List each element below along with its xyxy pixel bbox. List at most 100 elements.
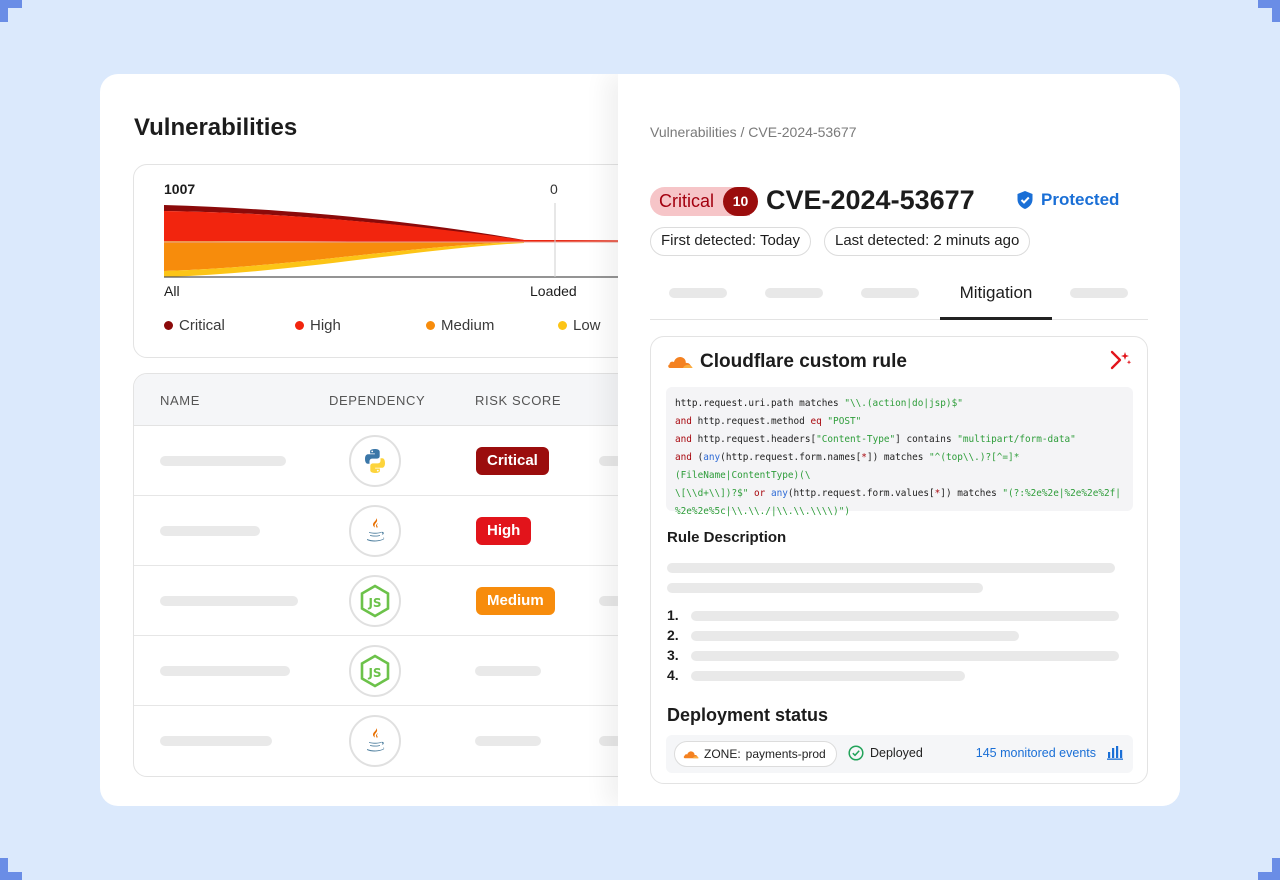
step-placeholder [691,671,965,681]
loaded-count-label: 0 [550,181,558,197]
protected-label: Protected [1041,190,1120,209]
first-detected-pill: First detected: Today [650,227,811,256]
java-icon [349,715,401,767]
table-row[interactable]: High [134,496,672,566]
legend-label: Low [573,317,601,334]
last-detected-label: Last detected: [835,232,930,249]
step-number: 2. [667,627,679,643]
first-detected-value: Today [759,232,800,249]
svg-text:JS: JS [367,596,381,610]
svg-text:JS: JS [367,666,381,680]
legend-high: High [295,317,426,334]
risk-placeholder [475,736,541,746]
name-placeholder [160,666,290,676]
tab-placeholder[interactable] [765,288,823,298]
corner-mark-bl-h [0,872,22,880]
rule-header: Cloudflare custom rule [667,351,907,373]
deployment-status-title: Deployment status [667,705,829,725]
deployed-status: Deployed [848,745,923,761]
zone-value: payments-prod [745,747,826,761]
funnel-area-medium [164,241,674,271]
column-header-risk-score[interactable]: RISK SCORE [475,393,561,408]
table-row[interactable]: JS Medium [134,566,672,636]
code-line: and (any(http.request.form.names[*]) mat… [675,452,1020,481]
cloudflare-cloud-icon [668,357,693,368]
table-row[interactable]: Critical [134,426,672,496]
column-header-dependency[interactable]: DEPENDENCY [329,393,425,408]
name-placeholder [160,526,260,536]
legend-dot [295,321,304,330]
vulnerabilities-panel: Vulnerabilities 1007 0 All Loaded Critic… [100,74,674,806]
table-row[interactable]: JS [134,636,672,706]
cloudflare-cloud-icon [683,750,699,758]
legend-dot [426,321,435,330]
legend-dot [558,321,567,330]
tab-mitigation[interactable]: Mitigation [940,270,1052,320]
legend-medium: Medium [426,317,558,334]
python-icon [349,435,401,487]
severity-funnel-chart: 1007 0 All Loaded Critical High Medium L… [133,164,674,358]
monitored-events-link[interactable]: 145 monitored events [976,745,1123,760]
code-line: and http.request.headers["Content-Type"]… [675,434,1076,445]
step-number: 1. [667,607,679,623]
ai-sparkle-icon[interactable] [1109,349,1133,371]
description-placeholder [667,583,983,593]
x-start-label: All [164,283,180,299]
severity-score: 10 [723,187,758,216]
legend-low: Low [558,317,601,334]
first-detected-label: First detected: [661,232,757,249]
cve-title: CVE-2024-53677 [766,185,975,215]
monitored-events-label: 145 monitored events [975,745,1096,760]
rule-expression-code[interactable]: http.request.uri.path matches "\\.(actio… [666,387,1133,517]
risk-placeholder [475,666,541,676]
name-placeholder [160,456,286,466]
risk-badge-medium: Medium [476,587,555,615]
nodejs-icon: JS [349,645,401,697]
code-line: http.request.uri.path matches "\\.(actio… [675,398,963,409]
last-detected-value: 2 minuts ago [933,232,1020,249]
legend-label: Critical [179,317,225,334]
name-placeholder [160,736,272,746]
total-count-label: 1007 [164,181,196,197]
step-placeholder [691,611,1119,621]
corner-mark-br-h [1258,872,1280,880]
cve-detail-panel: Vulnerabilities / CVE-2024-53677 Critica… [618,74,1180,806]
code-line: and http.request.method eq "POST" [675,416,862,427]
severity-badge: Critical 10 [650,187,758,216]
code-line: %2e%2e%5c|\\.\\./|\\.\\.\\\\)") [675,506,850,517]
legend-dot [164,321,173,330]
corner-mark-tl-h [0,0,22,8]
legend-label: High [310,317,341,334]
corner-mark-tr-h [1258,0,1280,8]
page-title: Vulnerabilities [134,114,298,141]
bar-chart-icon [1107,746,1123,760]
main-card: Vulnerabilities 1007 0 All Loaded Critic… [100,74,1180,806]
rule-description-title: Rule Description [667,529,787,546]
tab-placeholder[interactable] [861,288,919,298]
step-placeholder [691,631,1019,641]
code-line: \[\\d+\\])?$" or any(http.request.form.v… [675,488,1121,499]
java-icon [349,505,401,557]
nodejs-icon: JS [349,575,401,627]
column-header-name[interactable]: NAME [160,393,200,408]
risk-badge-critical: Critical [476,447,549,475]
table-row[interactable] [134,706,672,776]
step-number: 3. [667,647,679,663]
zone-pill[interactable]: ZONE: payments-prod [674,741,837,767]
deployed-label: Deployed [870,746,923,760]
chart-legend: Critical High Medium Low [164,317,601,334]
tab-placeholder[interactable] [669,288,727,298]
rule-title: Cloudflare custom rule [700,351,907,372]
tab-placeholder[interactable] [1070,288,1128,298]
breadcrumb[interactable]: Vulnerabilities / CVE-2024-53677 [650,124,857,140]
x-end-label: Loaded [530,283,577,299]
table-header: NAME DEPENDENCY RISK SCORE [134,374,672,426]
step-number: 4. [667,667,679,683]
check-circle-icon [848,745,864,761]
shield-check-icon [1017,191,1033,209]
vulnerabilities-table: NAME DEPENDENCY RISK SCORE Critical High… [133,373,673,777]
name-placeholder [160,596,298,606]
legend-label: Medium [441,317,495,334]
zone-label: ZONE: [704,747,741,761]
step-placeholder [691,651,1119,661]
